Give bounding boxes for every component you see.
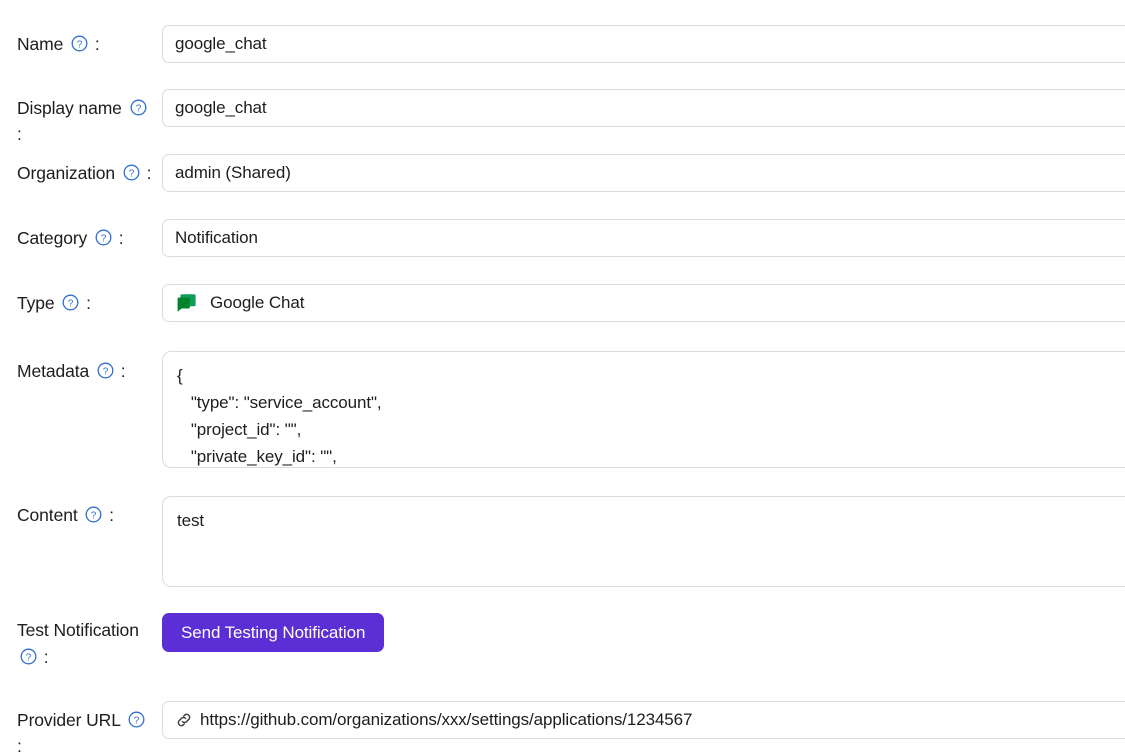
form-row-content: Content ? : test bbox=[0, 496, 1125, 587]
label-organization-colon: : bbox=[147, 163, 152, 183]
label-provider-url: Provider URL ? : bbox=[0, 701, 162, 755]
name-input[interactable]: google_chat bbox=[162, 25, 1125, 63]
help-circle-icon[interactable]: ? bbox=[71, 35, 88, 52]
label-name-text: Name bbox=[17, 34, 63, 54]
form-row-test-notification: Test Notification ? : Send Testing Notif… bbox=[0, 613, 1125, 671]
field-metadata: { "type": "service_account", "project_id… bbox=[162, 351, 1125, 468]
type-input[interactable]: Google Chat bbox=[162, 284, 1125, 322]
label-type: Type ? : bbox=[0, 284, 162, 316]
organization-input[interactable]: admin (Shared) bbox=[162, 154, 1125, 192]
help-circle-icon[interactable]: ? bbox=[62, 294, 79, 311]
svg-text:?: ? bbox=[101, 233, 107, 244]
label-type-text: Type bbox=[17, 293, 55, 313]
provider-url-input[interactable]: https://github.com/organizations/xxx/set… bbox=[162, 701, 1125, 739]
form-row-organization: Organization ? : admin (Shared) bbox=[0, 154, 1125, 192]
form-row-category: Category ? : Notification bbox=[0, 219, 1125, 257]
svg-text:?: ? bbox=[68, 298, 74, 309]
label-category-text: Category bbox=[17, 228, 87, 248]
help-circle-icon[interactable]: ? bbox=[20, 648, 37, 665]
label-display-name: Display name ? : bbox=[0, 89, 162, 147]
field-content: test bbox=[162, 496, 1125, 587]
organization-input-value: admin (Shared) bbox=[175, 155, 291, 191]
label-metadata-colon: : bbox=[121, 361, 126, 381]
form-row-metadata: Metadata ? : { "type": "service_account"… bbox=[0, 351, 1125, 468]
send-testing-notification-button[interactable]: Send Testing Notification bbox=[162, 613, 384, 652]
metadata-line: "type": "service_account", bbox=[177, 389, 1125, 416]
help-circle-icon[interactable]: ? bbox=[85, 506, 102, 523]
link-icon bbox=[175, 711, 193, 729]
content-line: test bbox=[177, 507, 1125, 534]
category-input[interactable]: Notification bbox=[162, 219, 1125, 257]
type-input-value: Google Chat bbox=[210, 285, 304, 321]
label-content: Content ? : bbox=[0, 496, 162, 528]
field-type: Google Chat bbox=[162, 284, 1125, 322]
svg-text:?: ? bbox=[134, 715, 140, 726]
field-category: Notification bbox=[162, 219, 1125, 257]
svg-text:?: ? bbox=[103, 366, 109, 377]
svg-text:?: ? bbox=[135, 103, 141, 114]
label-organization-text: Organization bbox=[17, 163, 115, 183]
label-category: Category ? : bbox=[0, 219, 162, 251]
label-category-colon: : bbox=[119, 228, 124, 248]
category-input-value: Notification bbox=[175, 220, 258, 256]
name-input-value: google_chat bbox=[175, 26, 267, 62]
form-row-provider-url: Provider URL ? : htt bbox=[0, 701, 1125, 755]
label-display-name-text: Display name bbox=[17, 98, 122, 118]
provider-url-input-value: https://github.com/organizations/xxx/set… bbox=[200, 702, 692, 738]
help-circle-icon[interactable]: ? bbox=[95, 229, 112, 246]
metadata-line: "project_id": "", bbox=[177, 416, 1125, 443]
metadata-line: "private_key_id": "", bbox=[177, 443, 1125, 468]
label-test-notification-colon: : bbox=[44, 647, 49, 667]
label-test-notification-text: Test Notification bbox=[17, 620, 139, 640]
google-chat-icon bbox=[175, 292, 197, 314]
help-circle-icon[interactable]: ? bbox=[128, 711, 145, 728]
label-name-colon: : bbox=[95, 34, 100, 54]
field-name: google_chat bbox=[162, 25, 1125, 63]
field-test-notification: Send Testing Notification bbox=[162, 613, 1125, 652]
help-circle-icon[interactable]: ? bbox=[97, 362, 114, 379]
display-name-input-value: google_chat bbox=[175, 90, 267, 126]
label-provider-url-colon: : bbox=[17, 736, 22, 755]
content-textarea[interactable]: test bbox=[162, 496, 1125, 587]
svg-text:?: ? bbox=[26, 652, 32, 663]
label-display-name-colon: : bbox=[17, 124, 22, 144]
field-display-name: google_chat bbox=[162, 89, 1125, 127]
label-name: Name ? : bbox=[0, 25, 162, 57]
display-name-input[interactable]: google_chat bbox=[162, 89, 1125, 127]
field-provider-url: https://github.com/organizations/xxx/set… bbox=[162, 701, 1125, 739]
label-metadata: Metadata ? : bbox=[0, 351, 162, 384]
help-circle-icon[interactable]: ? bbox=[123, 164, 140, 181]
label-content-text: Content bbox=[17, 505, 78, 525]
label-provider-url-text: Provider URL bbox=[17, 710, 120, 730]
notification-provider-form: Name ? : google_chat Display name ? bbox=[0, 0, 1125, 755]
label-content-colon: : bbox=[109, 505, 114, 525]
svg-text:?: ? bbox=[91, 510, 97, 521]
label-test-notification: Test Notification ? : bbox=[0, 613, 162, 671]
form-row-type: Type ? : Google Chat bbox=[0, 284, 1125, 322]
help-circle-icon[interactable]: ? bbox=[130, 99, 147, 116]
metadata-textarea[interactable]: { "type": "service_account", "project_id… bbox=[162, 351, 1125, 468]
label-metadata-text: Metadata bbox=[17, 361, 89, 381]
svg-text:?: ? bbox=[129, 168, 135, 179]
svg-text:?: ? bbox=[77, 39, 83, 50]
label-type-colon: : bbox=[86, 293, 91, 313]
label-organization: Organization ? : bbox=[0, 154, 162, 186]
form-row-display-name: Display name ? : google_chat bbox=[0, 89, 1125, 147]
metadata-line: { bbox=[177, 362, 1125, 389]
form-row-name: Name ? : google_chat bbox=[0, 25, 1125, 63]
field-organization: admin (Shared) bbox=[162, 154, 1125, 192]
